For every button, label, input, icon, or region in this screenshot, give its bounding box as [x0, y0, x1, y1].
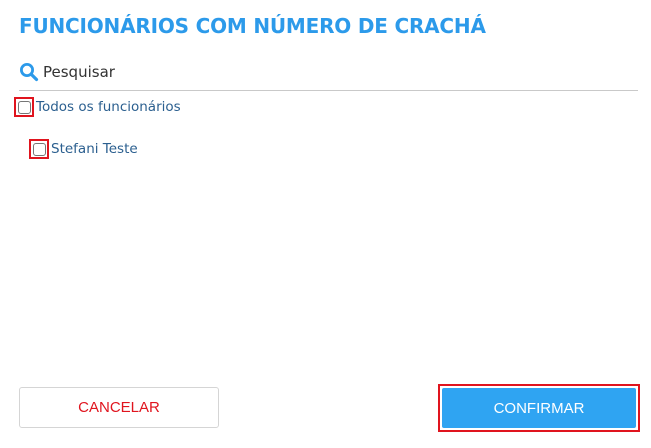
employee-badge-dialog: FUNCIONÁRIOS COM NÚMERO DE CRACHÁ Todos … [0, 0, 651, 448]
dialog-title: FUNCIONÁRIOS COM NÚMERO DE CRACHÁ [19, 14, 486, 38]
employee-option[interactable]: Stefani Teste [29, 139, 138, 159]
search-input[interactable] [43, 60, 623, 84]
employee-checkbox[interactable] [32, 142, 46, 156]
confirm-button[interactable]: CONFIRMAR [442, 388, 636, 428]
select-all-checkbox[interactable] [17, 100, 31, 114]
highlight-box [14, 97, 34, 117]
search-bar [19, 58, 638, 91]
cancel-button[interactable]: CANCELAR [19, 387, 219, 428]
search-icon [19, 62, 39, 82]
highlight-box [29, 139, 49, 159]
select-all-option[interactable]: Todos os funcionários [14, 97, 181, 117]
highlight-box: CONFIRMAR [438, 384, 640, 432]
select-all-label: Todos os funcionários [36, 99, 181, 115]
employee-label: Stefani Teste [51, 141, 138, 157]
